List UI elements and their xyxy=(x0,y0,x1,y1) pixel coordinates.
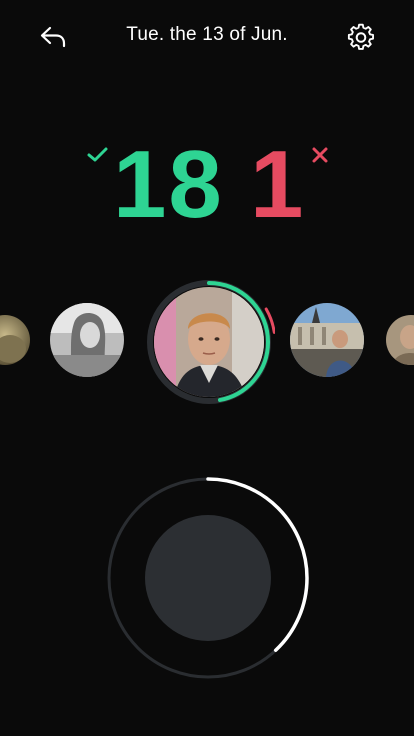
record-button[interactable] xyxy=(145,515,271,641)
friend-avatar-1[interactable] xyxy=(0,315,30,365)
avatar-photo xyxy=(154,287,264,397)
friend-avatar-2[interactable] xyxy=(50,303,124,377)
friend-avatar-3 xyxy=(154,287,264,397)
settings-button[interactable] xyxy=(344,20,378,54)
header: Tue. the 13 of Jun. xyxy=(0,0,414,76)
score-summary: 18 1 xyxy=(0,130,414,240)
back-button[interactable] xyxy=(36,20,70,54)
friend-avatar-4[interactable] xyxy=(290,303,364,377)
friend-avatar-5[interactable] xyxy=(386,315,414,365)
avatar-photo xyxy=(386,315,414,365)
selected-friend[interactable] xyxy=(143,276,275,408)
check-icon xyxy=(87,147,108,162)
app-screen: Tue. the 13 of Jun. 18 1 xyxy=(0,0,414,736)
no-count: 1 xyxy=(250,131,304,238)
back-arrow-icon xyxy=(40,26,66,48)
x-icon xyxy=(312,147,328,163)
avatar-photo xyxy=(50,303,124,377)
page-title: Tue. the 13 of Jun. xyxy=(126,24,288,45)
gear-icon xyxy=(347,23,374,50)
avatar-photo xyxy=(0,315,30,365)
friends-carousel[interactable] xyxy=(0,270,414,410)
record-control xyxy=(102,472,314,684)
yes-count: 18 xyxy=(113,131,224,238)
avatar-photo xyxy=(290,303,364,377)
